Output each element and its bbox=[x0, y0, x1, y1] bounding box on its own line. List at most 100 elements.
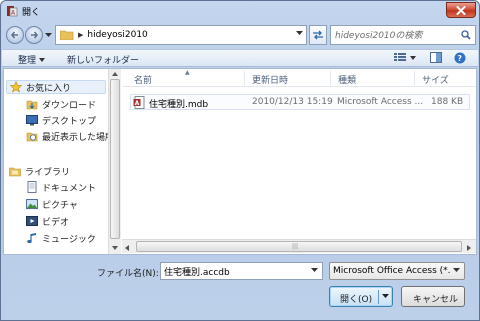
filename-field[interactable] bbox=[164, 265, 304, 278]
cancel-button-label: キャンセル bbox=[413, 295, 459, 305]
new-folder-label: 新しいフォルダー bbox=[67, 56, 140, 66]
sidebar-item-videos[interactable]: ビデオ bbox=[26, 214, 69, 228]
refresh-icon bbox=[313, 30, 323, 40]
desktop-icon bbox=[26, 114, 38, 126]
sidebar-item-label: ミュージック bbox=[42, 234, 96, 245]
column-divider[interactable] bbox=[414, 71, 415, 85]
svg-text:A: A bbox=[135, 100, 140, 107]
file-row[interactable]: A 住宅種別.mdb 2010/12/13 15:19 Microsoft Ac… bbox=[130, 94, 470, 110]
file-type-filter-select[interactable]: Microsoft Office Access (*.m bbox=[329, 262, 465, 280]
column-header-type[interactable]: 種類 bbox=[338, 73, 356, 86]
navigation-pane-scrollbar[interactable] bbox=[108, 69, 121, 254]
open-button[interactable]: 開く(O) bbox=[329, 286, 393, 307]
sort-ascending-icon: ▲ bbox=[185, 69, 190, 76]
sidebar-item-libraries[interactable]: ライブラリ bbox=[9, 164, 70, 178]
title-bar[interactable]: A 開く bbox=[1, 1, 479, 21]
open-button-label: 開く(O) bbox=[340, 295, 373, 305]
filename-label: ファイル名(N): bbox=[97, 269, 159, 279]
new-folder-button[interactable]: 新しいフォルダー bbox=[67, 53, 139, 66]
chevron-down-icon[interactable] bbox=[296, 31, 303, 35]
videos-icon bbox=[26, 215, 38, 227]
download-folder-icon bbox=[26, 98, 38, 110]
sidebar-item-label: 最近表示した場所 bbox=[42, 132, 108, 143]
recent-places-icon bbox=[26, 130, 38, 142]
cancel-button[interactable]: キャンセル bbox=[401, 286, 465, 307]
svg-text:?: ? bbox=[457, 54, 462, 63]
change-view-button[interactable] bbox=[394, 52, 406, 62]
file-list[interactable]: ▲ 名前 更新日時 種類 サイズ A 住宅種別.mdb 2010/12/13 1… bbox=[122, 69, 476, 254]
favorites-star-icon bbox=[10, 81, 22, 93]
address-bar[interactable]: ▶ hideyosi2010 bbox=[55, 25, 307, 45]
file-type: Microsoft Access ... bbox=[337, 97, 424, 107]
refresh-button[interactable] bbox=[309, 25, 327, 45]
sidebar-item-label: ビデオ bbox=[42, 217, 70, 228]
column-header-row: ▲ 名前 更新日時 種類 サイズ bbox=[122, 69, 476, 87]
breadcrumb-separator-icon[interactable]: ▶ bbox=[78, 31, 83, 39]
search-box[interactable] bbox=[330, 25, 476, 45]
scrollbar-grip-icon: ||| bbox=[292, 243, 299, 250]
column-divider[interactable] bbox=[330, 71, 331, 85]
documents-icon bbox=[26, 181, 38, 193]
close-button[interactable] bbox=[446, 2, 476, 18]
command-bar: 整理 新しいフォルダー ? bbox=[2, 49, 478, 67]
chevron-down-icon bbox=[44, 33, 52, 37]
sidebar-item-desktop[interactable]: デスクトップ bbox=[26, 113, 96, 127]
file-size: 188 KB bbox=[431, 97, 464, 107]
scrollbar-thumb[interactable] bbox=[136, 241, 462, 252]
sidebar-item-label: お気に入り bbox=[26, 83, 72, 94]
organize-menu-button[interactable]: 整理 bbox=[18, 53, 46, 66]
file-list-horizontal-scrollbar[interactable]: ||| bbox=[122, 239, 476, 253]
sidebar-item-label: ダウンロード bbox=[42, 100, 97, 111]
column-header-name[interactable]: 名前 bbox=[134, 73, 152, 86]
sidebar-item-label: ライブラリ bbox=[25, 167, 71, 178]
chevron-down-icon bbox=[39, 57, 46, 62]
column-header-size[interactable]: サイズ bbox=[422, 73, 449, 86]
scroll-right-icon[interactable] bbox=[467, 244, 471, 254]
search-input[interactable] bbox=[335, 29, 453, 42]
search-icon[interactable] bbox=[461, 30, 471, 40]
filename-combobox[interactable] bbox=[160, 262, 323, 280]
scrollbar-thumb[interactable] bbox=[110, 79, 120, 239]
preview-pane-icon bbox=[430, 52, 442, 63]
libraries-icon bbox=[9, 165, 21, 177]
help-button[interactable]: ? bbox=[454, 52, 466, 64]
forward-arrow-icon bbox=[31, 31, 39, 39]
forward-button[interactable] bbox=[25, 26, 43, 44]
column-header-modified[interactable]: 更新日時 bbox=[252, 73, 288, 86]
access-database-file-icon: A bbox=[133, 96, 145, 109]
window-title: 開く bbox=[22, 8, 41, 18]
close-icon bbox=[456, 5, 466, 15]
sidebar-item-documents[interactable]: ドキュメント bbox=[26, 180, 96, 194]
music-icon bbox=[26, 232, 38, 244]
sidebar-item-label: デスクトップ bbox=[42, 116, 97, 127]
back-button[interactable] bbox=[6, 26, 24, 44]
back-arrow-icon bbox=[10, 31, 18, 39]
open-options-chevron-icon[interactable] bbox=[382, 294, 389, 298]
scroll-down-icon[interactable] bbox=[111, 244, 119, 252]
file-modified: 2010/12/13 15:19 bbox=[252, 97, 333, 107]
sidebar-item-label: ドキュメント bbox=[42, 183, 97, 194]
navigation-pane[interactable]: お気に入り ダウンロード デスクトップ 最近表示した場所 ライブラリ ドキュメン… bbox=[4, 69, 108, 254]
open-file-dialog: A 開く ▶ hideyosi2010 hideyosi2010の検索 整理 新… bbox=[0, 0, 480, 321]
preview-pane-button[interactable] bbox=[430, 52, 442, 63]
content-area: お気に入り ダウンロード デスクトップ 最近表示した場所 ライブラリ ドキュメン… bbox=[3, 68, 477, 255]
view-options-button[interactable] bbox=[410, 56, 416, 60]
file-name: 住宅種別.mdb bbox=[149, 100, 209, 110]
scroll-up-icon[interactable] bbox=[111, 70, 119, 78]
pictures-icon bbox=[26, 198, 38, 210]
sidebar-item-favorites[interactable]: お気に入り bbox=[6, 80, 106, 94]
split-divider bbox=[378, 290, 379, 304]
column-divider[interactable] bbox=[244, 71, 245, 85]
scroll-left-icon[interactable] bbox=[125, 244, 129, 254]
organize-label: 整理 bbox=[18, 56, 37, 66]
access-app-icon: A bbox=[7, 6, 18, 17]
chevron-down-icon bbox=[453, 268, 460, 272]
file-type-filter-value: Microsoft Office Access (*.m bbox=[333, 266, 451, 276]
sidebar-item-downloads[interactable]: ダウンロード bbox=[26, 97, 96, 111]
chevron-down-icon[interactable] bbox=[311, 268, 318, 272]
sidebar-item-pictures[interactable]: ピクチャ bbox=[26, 197, 78, 211]
recent-pages-button[interactable] bbox=[43, 30, 53, 40]
sidebar-item-music[interactable]: ミュージック bbox=[26, 231, 96, 245]
sidebar-item-recent-places[interactable]: 最近表示した場所 bbox=[26, 129, 108, 143]
breadcrumb-path[interactable]: hideyosi2010 bbox=[87, 30, 147, 40]
